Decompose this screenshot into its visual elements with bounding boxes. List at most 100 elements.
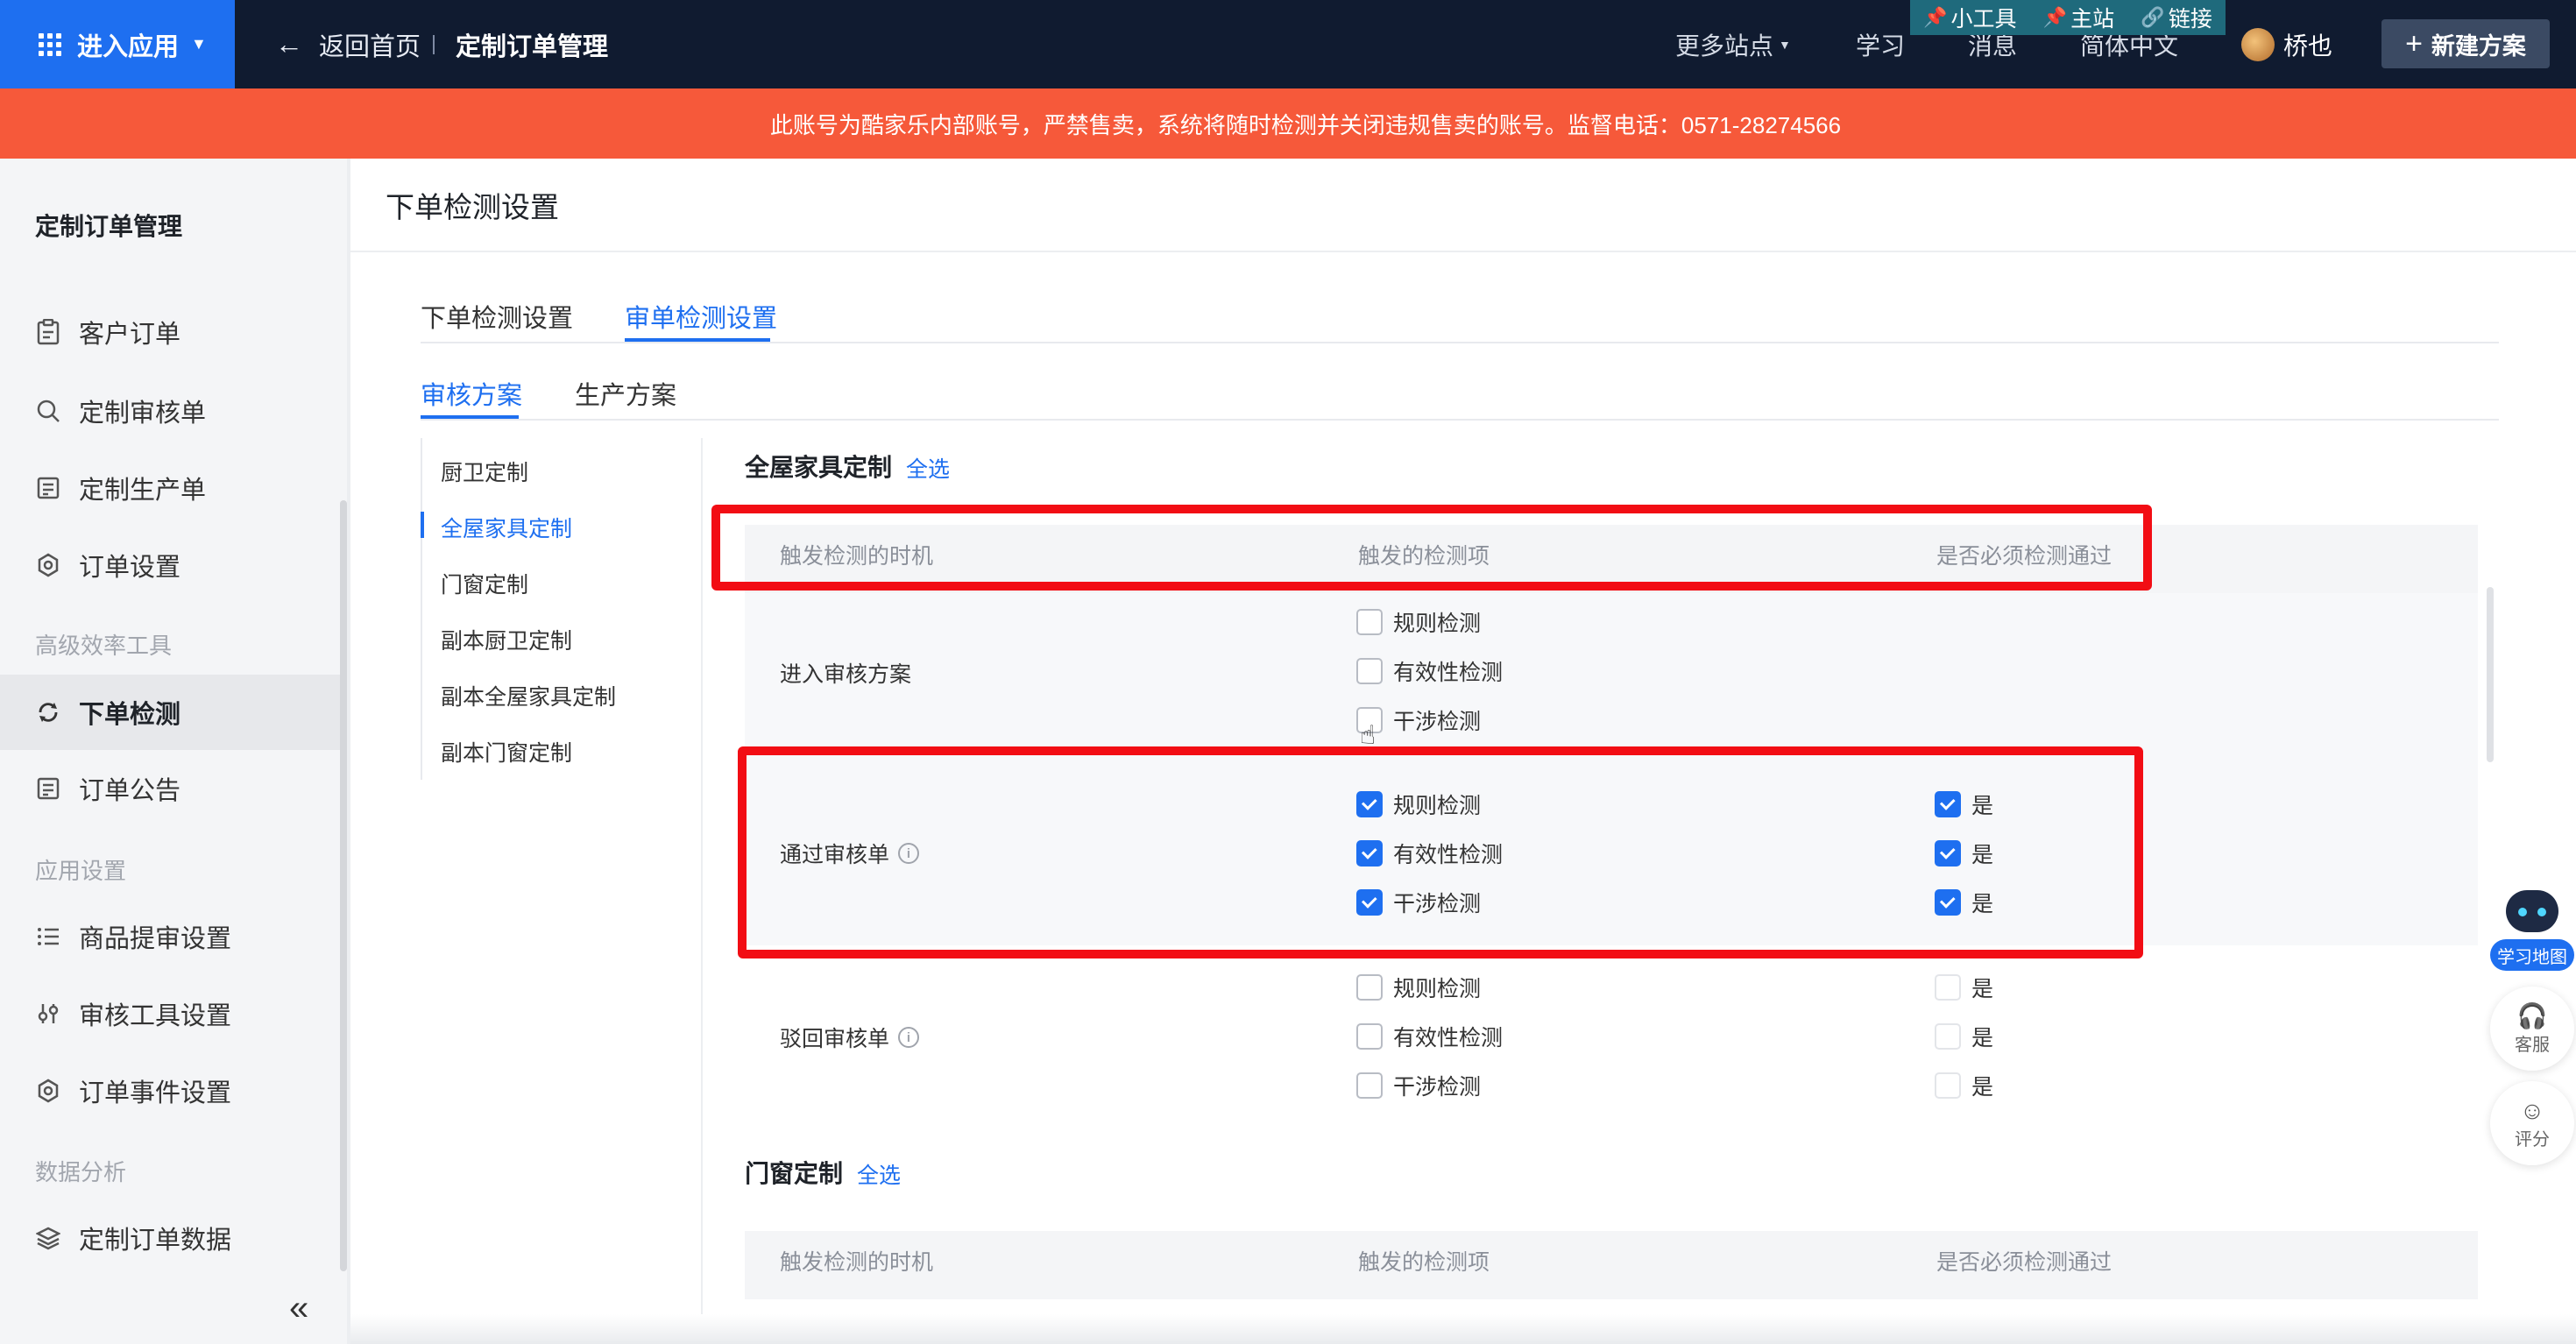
checkbox-label: 是 [1971, 977, 1994, 1001]
collapse-sidebar-icon[interactable]: « [289, 1289, 308, 1328]
sidebar-item-label: 定制生产单 [79, 477, 207, 505]
sidebar-item-label: 客户订单 [79, 321, 181, 349]
sidebar-item-production-orders[interactable]: 定制生产单 [0, 450, 347, 526]
new-scheme-button[interactable]: + 新建方案 [2381, 19, 2550, 68]
title-divider [350, 251, 2576, 252]
highlight-box-header [711, 505, 2152, 591]
sidebar-group-efficiency: 高级效率工具 [35, 633, 173, 659]
avatar[interactable] [2241, 28, 2275, 61]
category-whole-house[interactable]: 全屋家具定制 [441, 512, 572, 543]
sidebar-item-label: 下单检测 [79, 701, 181, 729]
customer-service-button[interactable]: 🎧 客服 [2490, 987, 2574, 1071]
checkbox-validity-check[interactable]: 有效性检测 [1356, 1021, 1503, 1052]
tool-small-tools[interactable]: 📌 小工具 [1923, 2, 2016, 33]
sidebar-item-order-settings[interactable]: 订单设置 [0, 527, 347, 603]
checkbox-box [1356, 658, 1383, 684]
sidebar-item-label: 审核工具设置 [79, 1002, 232, 1030]
breadcrumb-divider [433, 35, 435, 54]
tool-main-site[interactable]: 📌 主站 [2043, 2, 2114, 33]
tool-links[interactable]: 🔗 链接 [2141, 2, 2212, 33]
refresh-icon [35, 699, 61, 725]
robot-icon [2506, 890, 2558, 932]
category-copy-whole-house[interactable]: 副本全屋家具定制 [441, 680, 616, 711]
checkbox-box [1356, 609, 1383, 635]
checkbox-label: 干涉检测 [1393, 710, 1482, 734]
caret-down-icon: ▼ [191, 35, 207, 53]
tab-production-plan[interactable]: 生产方案 [575, 375, 676, 412]
sidebar-item-label: 商品提审设置 [79, 925, 232, 953]
checkbox-validity-check[interactable]: 有效性检测 [1356, 655, 1503, 687]
checkbox-required-yes[interactable]: 是 [1935, 1070, 1993, 1101]
tool-main-site-label: 主站 [2070, 7, 2115, 32]
category-copy-doors-windows[interactable]: 副本门窗定制 [441, 736, 572, 767]
top-navigation-bar: 进入应用 ▼ ← 返回首页 定制订单管理 更多站点 ▼ 学习 消息 简体中文 📌… [0, 0, 2576, 88]
select-all-link[interactable]: 全选 [857, 1158, 901, 1190]
user-name[interactable]: 桥也 [2283, 0, 2332, 88]
sidebar-item-label: 订单公告 [79, 777, 181, 805]
link-icon: 🔗 [2141, 6, 2165, 28]
section-title-doors-windows: 门窗定制 [745, 1160, 844, 1187]
gear-icon [35, 1078, 61, 1104]
category-kitchen-bath[interactable]: 厨卫定制 [441, 456, 528, 487]
search-icon [35, 398, 61, 424]
sidebar-item-custom-review[interactable]: 定制审核单 [0, 373, 347, 449]
hand-cursor-icon: ☝ [1360, 721, 1376, 750]
pin-icon: 📌 [1923, 6, 1948, 28]
sidebar-group-app-settings: 应用设置 [35, 858, 127, 884]
list-icon [35, 923, 61, 950]
bottom-fade [350, 1314, 2576, 1344]
checkbox-interference-check[interactable]: 干涉检测 [1356, 1070, 1481, 1101]
checkbox-rule-check[interactable]: 规则检测 [1356, 972, 1481, 1003]
checkbox-required-yes[interactable]: 是 [1935, 1021, 1993, 1052]
checkbox-box [1356, 1023, 1383, 1050]
sidebar-item-order-data[interactable]: 定制订单数据 [0, 1200, 347, 1276]
sidebar-item-order-event-settings[interactable]: 订单事件设置 [0, 1053, 347, 1128]
sidebar-item-order-notice[interactable]: 订单公告 [0, 751, 347, 826]
select-all-link[interactable]: 全选 [906, 452, 950, 484]
layers-icon [35, 1225, 61, 1251]
tab-order-check-settings[interactable]: 下单检测设置 [421, 298, 573, 335]
rating-button[interactable]: ☺ 评分 [2490, 1081, 2574, 1165]
study-map-button[interactable]: 学习地图 [2490, 885, 2574, 971]
sidebar-item-customer-orders[interactable]: 客户订单 [0, 294, 347, 370]
tool-links-label: 链接 [2168, 7, 2212, 32]
checkbox-label: 是 [1971, 1075, 1994, 1100]
sidebar-item-product-review-settings[interactable]: 商品提审设置 [0, 899, 347, 974]
checkbox-box [1356, 1072, 1383, 1099]
sidebar-item-order-check[interactable]: 下单检测 [0, 675, 347, 750]
info-icon[interactable]: i [898, 1027, 920, 1048]
back-home-link[interactable]: ← 返回首页 [275, 0, 421, 88]
sidebar: 定制订单管理 客户订单 定制审核单 定制生产单 订单设置 高级效率工具 下单检测 [0, 159, 347, 1344]
study-map-label: 学习地图 [2490, 939, 2574, 971]
checkbox-required-yes[interactable]: 是 [1935, 972, 1993, 1003]
category-doors-windows[interactable]: 门窗定制 [441, 568, 528, 599]
category-nav-line [421, 438, 422, 780]
sidebar-item-review-tool-settings[interactable]: 审核工具设置 [0, 976, 347, 1051]
new-scheme-label: 新建方案 [2431, 32, 2526, 60]
checkbox-rule-check[interactable]: 规则检测 [1356, 606, 1481, 638]
trigger-reject-review: 驳回审核单 i [780, 1022, 920, 1053]
checkbox-label: 有效性检测 [1393, 661, 1504, 685]
tool-small-tools-label: 小工具 [1950, 7, 2017, 32]
arrow-left-icon: ← [275, 28, 303, 60]
enter-app-button[interactable]: 进入应用 ▼ [0, 0, 235, 88]
tab-review-check-settings[interactable]: 审单检测设置 [625, 298, 777, 335]
checkbox-label: 规则检测 [1393, 977, 1482, 1001]
tab-review-plan[interactable]: 审核方案 [421, 375, 522, 412]
checkbox-label: 有效性检测 [1393, 1026, 1504, 1050]
checkbox-box [1935, 1023, 1961, 1050]
sidebar-scrollbar[interactable] [340, 500, 347, 1271]
category-active-indicator [421, 512, 424, 538]
nav-learn[interactable]: 学习 [1856, 0, 1905, 88]
sidebar-group-data: 数据分析 [35, 1159, 127, 1185]
clipboard-icon [35, 319, 61, 345]
content-scrollbar[interactable] [2487, 587, 2494, 762]
enter-app-label: 进入应用 [77, 32, 180, 61]
breadcrumb-current: 定制订单管理 [456, 32, 609, 61]
gear-icon [35, 552, 61, 578]
tool-strip: 📌 小工具 📌 主站 🔗 链接 [1910, 0, 2226, 35]
nav-more-sites[interactable]: 更多站点 ▼ [1675, 0, 1791, 88]
category-copy-kitchen-bath[interactable]: 副本厨卫定制 [441, 624, 572, 655]
warning-banner-text: 此账号为酷家乐内部账号，严禁售卖，系统将随时检测并关闭违规售卖的账号。监督电话：… [769, 111, 1842, 138]
customer-service-label: 客服 [2515, 1036, 2550, 1055]
